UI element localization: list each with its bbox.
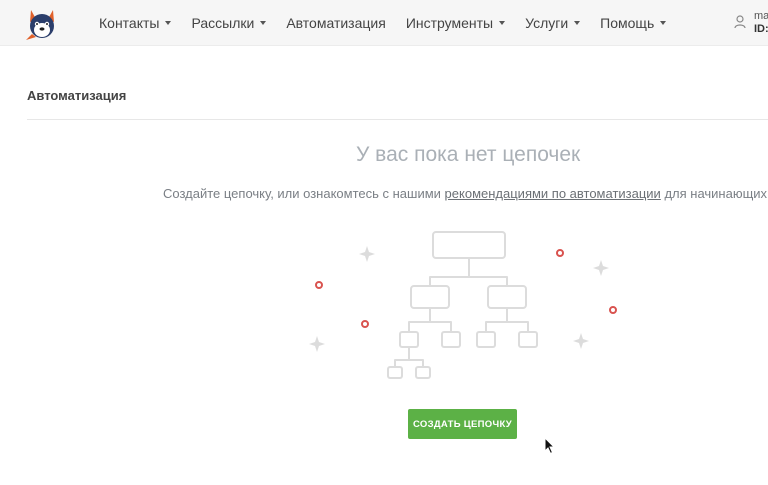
description-text: Создайте цепочку, или ознакомтесь с наши…: [163, 186, 445, 201]
chevron-down-icon: [574, 21, 581, 25]
description-text-end: для начинающих: [660, 186, 768, 201]
main-nav: Контакты Рассылки Автоматизация Инструме…: [99, 0, 686, 46]
nav-item-label: Рассылки: [191, 15, 255, 31]
nav-item-label: Контакты: [99, 15, 160, 31]
nav-item-help[interactable]: Помощь: [600, 15, 667, 31]
user-menu[interactable]: ma ID:: [734, 10, 768, 36]
chain-tree-illustration: [309, 231, 617, 379]
chevron-down-icon: [660, 21, 667, 25]
user-icon: [734, 15, 746, 29]
user-name: ma: [754, 10, 768, 22]
nav-item-services[interactable]: Услуги: [525, 15, 581, 31]
user-info: ma ID:: [754, 10, 768, 36]
chevron-down-icon: [165, 21, 172, 25]
empty-state-title: У вас пока нет цепочек: [356, 143, 581, 166]
chevron-down-icon: [260, 21, 267, 25]
nav-item-label: Услуги: [525, 15, 569, 31]
divider: [27, 119, 768, 120]
nav-item-contacts[interactable]: Контакты: [99, 15, 172, 31]
page-title: Автоматизация: [27, 88, 127, 103]
user-id-label: ID:: [754, 23, 768, 35]
automation-guide-link[interactable]: рекомендациями по автоматизации: [445, 186, 661, 201]
nav-item-mailings[interactable]: Рассылки: [191, 15, 267, 31]
nav-item-label: Инструменты: [405, 15, 494, 31]
top-navigation-bar: Контакты Рассылки Автоматизация Инструме…: [0, 0, 768, 46]
empty-state-description: Создайте цепочку, или ознакомтесь с наши…: [163, 186, 767, 201]
mouse-cursor-icon: [544, 437, 556, 455]
nav-item-tools[interactable]: Инструменты: [405, 15, 506, 31]
nav-item-automation[interactable]: Автоматизация: [286, 15, 385, 31]
chevron-down-icon: [499, 21, 506, 25]
nav-item-label: Автоматизация: [286, 15, 386, 31]
nav-item-label: Помощь: [600, 15, 655, 31]
dog-mascot-logo[interactable]: [22, 4, 62, 42]
create-chain-button[interactable]: СОЗДАТЬ ЦЕПОЧКУ: [408, 409, 517, 439]
